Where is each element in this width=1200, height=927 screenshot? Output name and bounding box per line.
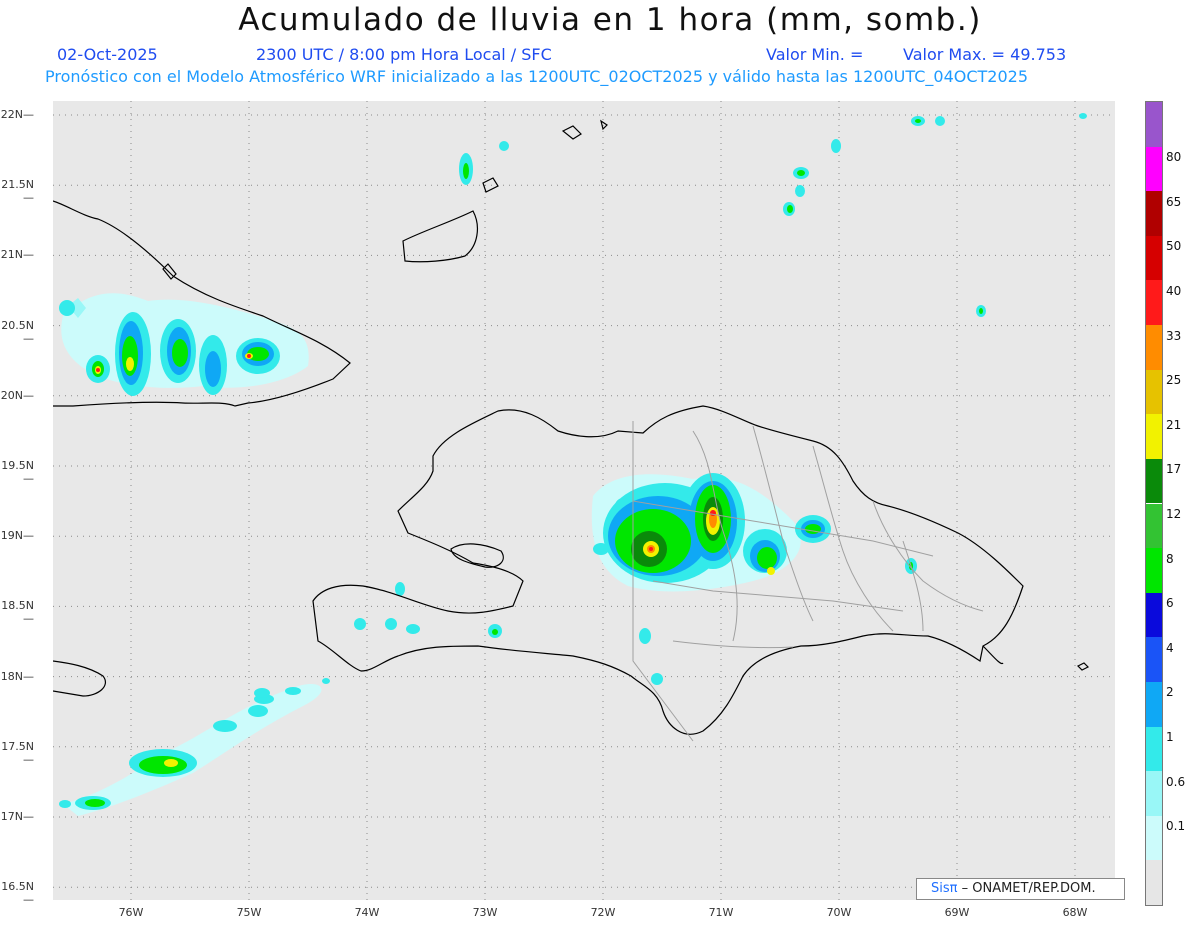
lat-label: 17.5N— (1, 739, 34, 766)
colorbar-label: 21 (1166, 417, 1182, 432)
lat-label: 18.5N— (1, 599, 34, 626)
colorbar-label: 1 (1166, 730, 1174, 745)
lon-label: 74W (354, 906, 380, 919)
colorbar-segment (1146, 102, 1162, 147)
lon-label: 69W (944, 906, 970, 919)
credit-text: – ONAMET/REP.DOM. (961, 881, 1096, 896)
colorbar-label: 25 (1166, 373, 1182, 388)
lat-label: 19.5N— (1, 459, 34, 485)
max-value: Valor Max. = 49.753 (903, 45, 1067, 64)
forecast-time: 2300 UTC / 8:00 pm Hora Local / SFC (256, 45, 552, 64)
map-title: Acumulado de lluvia en 1 hora (mm, somb.… (238, 2, 982, 38)
lat-label: 21.5N— (1, 178, 34, 205)
colorbar-segment (1146, 458, 1162, 504)
colorbar (1145, 101, 1163, 906)
colorbar-segment (1146, 146, 1162, 192)
lat-label: 19N— (0, 529, 34, 543)
lon-label: 75W (236, 906, 262, 919)
lon-label: 76W (118, 906, 144, 919)
lat-label: 18N— (0, 669, 34, 683)
colorbar-segment (1146, 681, 1162, 727)
lat-label: 21N— (0, 248, 34, 262)
colorbar-label: 50 (1166, 239, 1182, 254)
lat-label: 20N— (0, 388, 34, 402)
lon-label: 71W (708, 906, 734, 919)
min-value: Valor Min. = (766, 45, 864, 64)
colorbar-label: 0.6 (1166, 774, 1186, 789)
lat-label: 20.5N— (1, 318, 34, 345)
coastlines (53, 119, 1090, 735)
colorbar-label: 0.1 (1166, 819, 1186, 834)
colorbar-segment (1146, 235, 1162, 281)
colorbar-label: 12 (1166, 506, 1182, 521)
colorbar-segment (1146, 280, 1162, 326)
colorbar-label: 65 (1166, 194, 1182, 209)
colorbar-segment (1146, 191, 1162, 236)
lat-label: 17N— (0, 810, 34, 823)
rainfall-map (53, 101, 1115, 900)
colorbar-segment (1146, 503, 1162, 549)
colorbar-segment (1146, 771, 1162, 816)
credit-box: Sisπ – ONAMET/REP.DOM. (916, 878, 1125, 900)
colorbar-label: 8 (1166, 551, 1174, 566)
lon-label: 72W (590, 906, 616, 919)
colorbar-label: 2 (1166, 685, 1174, 700)
lat-label: 16.5N— (1, 880, 34, 907)
lon-label: 70W (826, 906, 852, 919)
colorbar-label: 40 (1166, 283, 1182, 298)
credit-logo: Sisπ (931, 881, 958, 896)
colorbar-label: 80 (1166, 150, 1182, 165)
colorbar-segment (1146, 815, 1162, 861)
colorbar-segment (1146, 369, 1162, 415)
colorbar-label: 17 (1166, 462, 1182, 477)
colorbar-segment (1146, 637, 1162, 682)
lat-label: 22N— (0, 108, 34, 121)
colorbar-segment (1146, 414, 1162, 459)
lon-label: 73W (472, 906, 498, 919)
forecast-date: 02-Oct-2025 (57, 45, 158, 64)
lon-label: 68W (1062, 906, 1088, 919)
colorbar-segment (1146, 325, 1162, 370)
colorbar-label: 33 (1166, 328, 1182, 343)
rainfall-shading (59, 113, 1087, 816)
colorbar-segment (1146, 548, 1162, 593)
map-canvas (53, 101, 1115, 900)
model-info: Pronóstico con el Modelo Atmosférico WRF… (45, 67, 1029, 86)
colorbar-segment (1146, 726, 1162, 772)
colorbar-label: 6 (1166, 596, 1174, 611)
graticule (53, 101, 1115, 900)
colorbar-label: 4 (1166, 640, 1174, 655)
colorbar-segment (1146, 860, 1162, 905)
colorbar-segment (1146, 592, 1162, 638)
